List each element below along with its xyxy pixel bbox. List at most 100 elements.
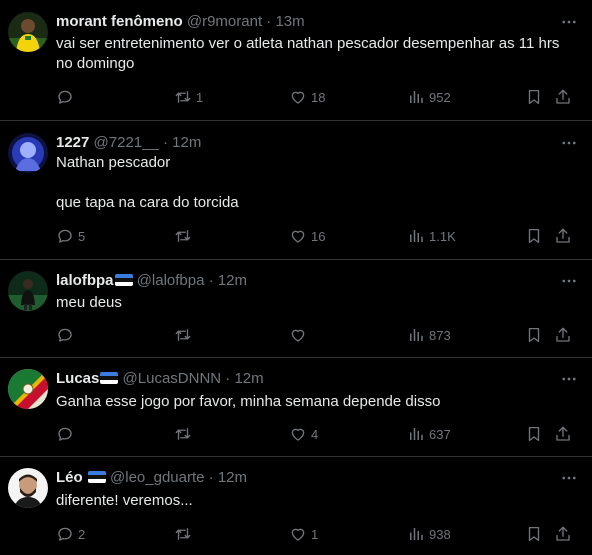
- reply-button[interactable]: 5: [56, 226, 85, 246]
- retweet-button[interactable]: [174, 325, 196, 345]
- tweet[interactable]: Lucas @LucasDNNN · 12m Ganha esse jogo p…: [0, 358, 592, 457]
- display-name[interactable]: Lucas: [56, 370, 99, 387]
- bookmark-button[interactable]: [525, 424, 543, 444]
- share-button[interactable]: [554, 424, 572, 444]
- tweet[interactable]: Léo @leo_gduarte · 12m diferente! veremo…: [0, 457, 592, 555]
- display-name[interactable]: 1227: [56, 134, 89, 151]
- like-count: 16: [311, 228, 326, 244]
- timestamp[interactable]: 12m: [234, 370, 263, 387]
- avatar-image: [8, 369, 48, 409]
- display-name[interactable]: lalofbpa: [56, 272, 114, 289]
- tweet-text-line: Nathan pescador: [56, 154, 171, 171]
- separator-dot: ·: [225, 370, 231, 387]
- share-icon: [556, 426, 570, 441]
- reply-button[interactable]: [56, 87, 78, 107]
- reply-button[interactable]: 2: [56, 524, 85, 544]
- share-icon: [556, 327, 570, 342]
- tweet[interactable]: 1227 @7221__ · 12m Nathan pescador que t…: [0, 121, 592, 260]
- timestamp[interactable]: 12m: [218, 469, 247, 486]
- bookmark-button[interactable]: [525, 524, 543, 544]
- more-icon[interactable]: [560, 134, 578, 152]
- views-button[interactable]: 637: [407, 424, 451, 444]
- retweet-count: 1: [196, 89, 204, 105]
- retweet-button[interactable]: [174, 424, 196, 444]
- timeline-feed: morant fenômeno @r9morant · 13m vai ser …: [0, 0, 592, 555]
- tweet[interactable]: morant fenômeno @r9morant · 13m vai ser …: [0, 0, 592, 121]
- reply-icon: [58, 328, 72, 342]
- tweet[interactable]: lalofbpa @lalofbpa · 12m meu deus 873: [0, 260, 592, 358]
- tweet-text-line: diferente! veremos...: [56, 492, 193, 509]
- tweet-text-line: no domingo: [56, 55, 135, 72]
- views-button[interactable]: 938: [407, 524, 451, 544]
- share-icon: [556, 89, 570, 104]
- like-button[interactable]: 4: [289, 424, 318, 444]
- like-button[interactable]: 16: [289, 226, 325, 246]
- avatar[interactable]: [8, 369, 48, 409]
- more-icon[interactable]: [560, 13, 578, 31]
- retweet-icon: [175, 91, 191, 103]
- retweet-button[interactable]: 1: [174, 87, 203, 107]
- user-handle[interactable]: @7221__: [94, 134, 159, 151]
- views-count: 938: [429, 526, 451, 542]
- avatar[interactable]: [8, 271, 48, 311]
- share-icon: [556, 228, 570, 243]
- separator-dot: ·: [266, 13, 272, 30]
- bookmark-button[interactable]: [525, 226, 543, 246]
- like-button[interactable]: 18: [289, 87, 325, 107]
- share-button[interactable]: [554, 524, 572, 544]
- share-button[interactable]: [554, 226, 572, 246]
- avatar[interactable]: [8, 12, 48, 52]
- timestamp[interactable]: 12m: [218, 272, 247, 289]
- share-button[interactable]: [554, 87, 572, 107]
- separator-dot: ·: [208, 272, 214, 289]
- reply-icon: [58, 427, 72, 441]
- views-button[interactable]: 873: [407, 325, 451, 345]
- reply-icon: [58, 90, 72, 104]
- heart-icon: [291, 230, 305, 243]
- views-button[interactable]: 952: [407, 87, 451, 107]
- like-button[interactable]: 1: [289, 524, 318, 544]
- views-button[interactable]: 1.1K: [407, 226, 456, 246]
- timestamp[interactable]: 13m: [275, 13, 304, 30]
- reply-icon: [58, 229, 72, 243]
- timestamp[interactable]: 12m: [172, 134, 201, 151]
- more-icon[interactable]: [560, 272, 578, 290]
- reply-button[interactable]: [56, 325, 78, 345]
- heart-icon: [291, 329, 305, 342]
- reply-icon: [58, 527, 72, 541]
- tweet-text: meu deus: [56, 293, 576, 313]
- tweet-text-line: que tapa na cara do torcida: [56, 194, 239, 211]
- bookmark-button[interactable]: [525, 87, 543, 107]
- tweet-actions: 5 16 1.1K: [56, 226, 584, 246]
- avatar[interactable]: [8, 133, 48, 173]
- more-icon[interactable]: [560, 469, 578, 487]
- like-button[interactable]: [289, 325, 311, 345]
- display-name[interactable]: Léo: [56, 469, 83, 486]
- avatar[interactable]: [8, 468, 48, 508]
- tweet-text: diferente! veremos...: [56, 491, 576, 511]
- retweet-button[interactable]: [174, 226, 196, 246]
- heart-icon: [291, 428, 305, 441]
- retweet-button[interactable]: [174, 524, 196, 544]
- tweet-text-line: [56, 173, 576, 193]
- views-count: 637: [429, 426, 451, 442]
- reply-button[interactable]: [56, 424, 78, 444]
- tweet-actions: 873: [56, 325, 584, 345]
- tweet-header: Léo @leo_gduarte · 12m: [56, 468, 247, 488]
- bookmark-button[interactable]: [525, 325, 543, 345]
- bookmark-icon: [528, 526, 540, 542]
- share-button[interactable]: [554, 325, 572, 345]
- retweet-icon: [175, 329, 191, 341]
- user-handle[interactable]: @r9morant: [187, 13, 262, 30]
- retweet-icon: [175, 528, 191, 540]
- user-handle[interactable]: @lalofbpa: [137, 272, 205, 289]
- display-name[interactable]: morant fenômeno: [56, 13, 183, 30]
- user-handle[interactable]: @leo_gduarte: [110, 469, 204, 486]
- more-icon[interactable]: [560, 370, 578, 388]
- tweet-text: Ganha esse jogo por favor, minha semana …: [56, 392, 576, 412]
- user-handle[interactable]: @LucasDNNN: [123, 370, 222, 387]
- bookmark-icon: [528, 426, 540, 442]
- reply-count: 2: [78, 526, 86, 542]
- like-count: 18: [311, 89, 326, 105]
- share-icon: [556, 526, 570, 541]
